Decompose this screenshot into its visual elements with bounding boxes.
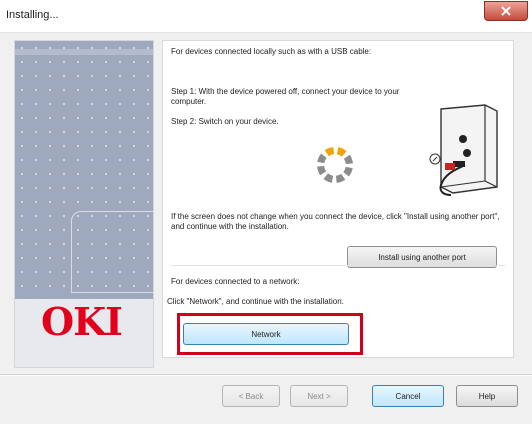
network-instruction: Click "Network", and continue with the i… xyxy=(167,297,344,306)
close-button[interactable] xyxy=(484,1,528,21)
section-divider xyxy=(171,265,505,266)
loading-spinner-icon xyxy=(317,147,353,183)
printer-outline-graphic xyxy=(71,211,153,293)
brand-panel: OKI xyxy=(14,40,154,368)
network-button-highlight xyxy=(177,313,363,355)
footer-separator-light xyxy=(0,375,532,376)
help-button[interactable]: Help xyxy=(456,385,518,407)
installer-window: Installing... OKI For devices connected … xyxy=(0,0,532,424)
back-button[interactable]: < Back xyxy=(222,385,280,407)
connection-options-panel: For devices connected locally such as wi… xyxy=(162,40,514,358)
usb-heading: For devices connected locally such as wi… xyxy=(171,47,372,56)
close-icon xyxy=(501,6,511,16)
title-bar: Installing... xyxy=(0,0,532,33)
window-title: Installing... xyxy=(6,9,59,21)
banner-stripe xyxy=(15,49,153,55)
usb-note: If the screen does not change when you c… xyxy=(171,212,500,231)
usb-step-2: Step 2: Switch on your device. xyxy=(171,117,279,126)
usb-connection-illustration xyxy=(423,103,505,197)
next-button[interactable]: Next > xyxy=(290,385,348,407)
cancel-button[interactable]: Cancel xyxy=(372,385,444,407)
network-heading: For devices connected to a network: xyxy=(171,277,300,286)
usb-step-1: Step 1: With the device powered off, con… xyxy=(171,87,400,106)
oki-logo: OKI xyxy=(41,299,123,344)
